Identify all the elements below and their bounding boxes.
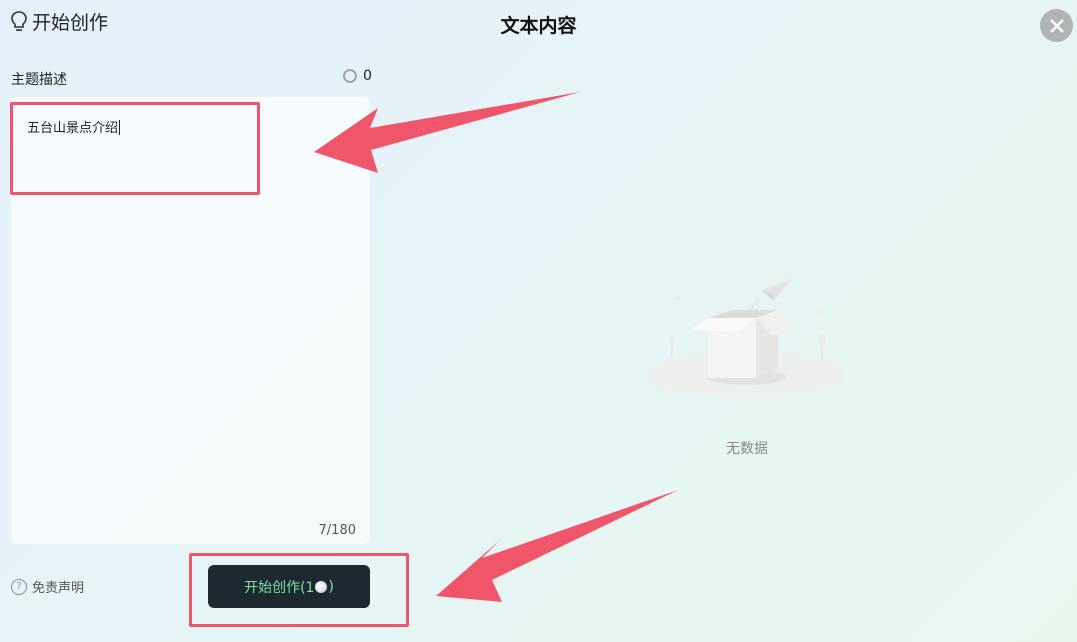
char-count: 7/180 bbox=[318, 523, 356, 538]
close-button[interactable] bbox=[1040, 9, 1073, 42]
start-create-button[interactable]: 开始创作(1) bbox=[208, 565, 370, 608]
lightbulb-icon bbox=[11, 10, 27, 31]
start-create-title: 开始创作 bbox=[32, 12, 109, 34]
empty-text: 无数据 bbox=[726, 441, 768, 457]
loading-spinner-icon bbox=[315, 580, 328, 593]
disclaimer-link[interactable]: ? 免责声明 bbox=[11, 577, 84, 596]
counter-value: 0 bbox=[363, 68, 372, 84]
empty-box-icon bbox=[649, 279, 845, 398]
start-create-header: 开始创作 bbox=[10, 8, 108, 35]
coin-icon bbox=[343, 69, 357, 83]
topic-description-label: 主题描述 bbox=[11, 72, 67, 88]
start-button-suffix: ) bbox=[328, 578, 334, 595]
panel-title: 文本内容 bbox=[500, 15, 577, 37]
textarea-value: 五台山景点介绍 bbox=[27, 120, 121, 136]
start-button-label: 开始创作(1 bbox=[244, 579, 315, 596]
disclaimer-label: 免责声明 bbox=[32, 581, 85, 596]
help-icon: ? bbox=[11, 578, 27, 595]
text-caret bbox=[119, 120, 121, 135]
topic-textarea[interactable]: 五台山景点介绍 7/180 bbox=[11, 97, 370, 544]
usage-counter: 0 bbox=[343, 68, 372, 84]
close-icon bbox=[1049, 18, 1064, 33]
